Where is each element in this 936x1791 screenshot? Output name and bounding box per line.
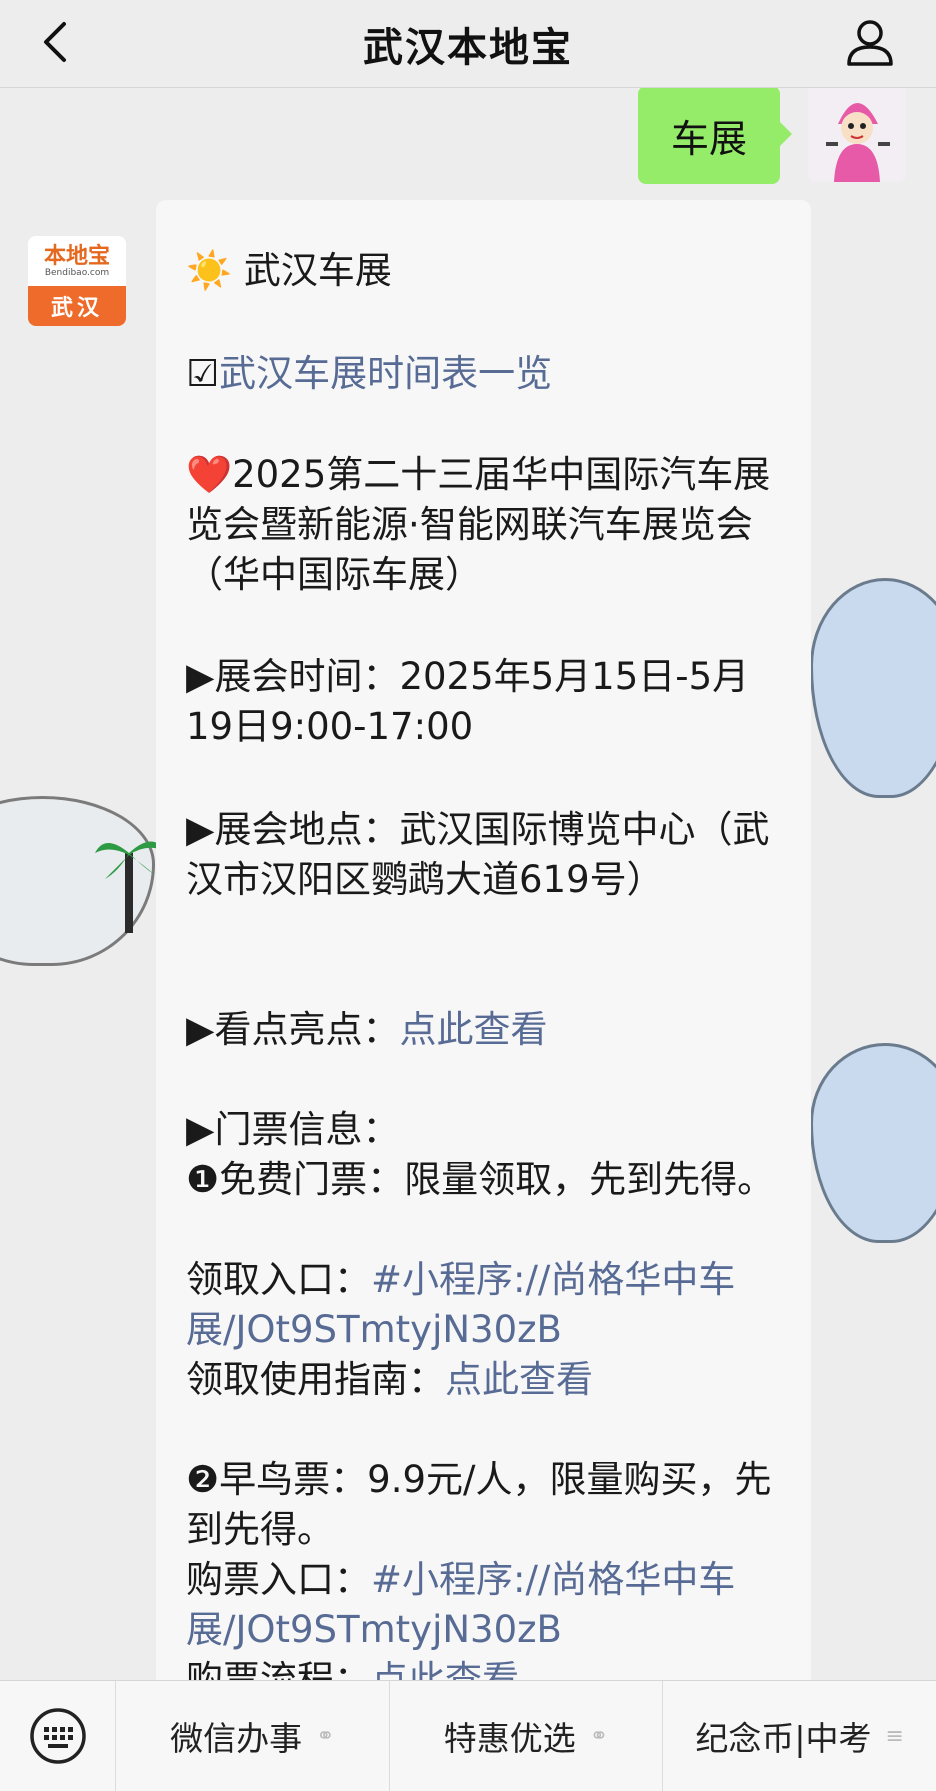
buy-entry-label: 购票入口： — [186, 1558, 371, 1601]
triangle-icon: ▶ — [186, 655, 215, 698]
page-title: 武汉本地宝 — [363, 24, 573, 71]
guide-link[interactable]: 点此查看 — [445, 1358, 593, 1401]
msg-line-early-bird: ❷早鸟票：9.9元/人，限量购买，先到先得。 — [186, 1455, 786, 1555]
free-entry-label: 领取入口： — [186, 1258, 371, 1301]
menu-item-label: 特惠优选 — [443, 1719, 576, 1758]
avatar-city-label: 武汉 — [28, 286, 126, 326]
keyboard-icon — [29, 1708, 86, 1764]
highlights-label: 看点亮点： — [214, 1008, 400, 1051]
profile-button[interactable] — [842, 12, 898, 72]
sun-icon: ☀️ — [186, 249, 244, 292]
number-two-icon: ❷ — [186, 1458, 220, 1501]
background-decoration — [810, 1043, 936, 1243]
number-one-icon: ❶ — [186, 1158, 220, 1201]
ticket-info-label: 门票信息： — [214, 1108, 400, 1151]
heart-icon: ❤️ — [186, 453, 233, 496]
msg-line-schedule: ☑武汉车展时间表一览 — [186, 349, 786, 399]
event-time-text: 展会时间：2025年5月15日-5月19日9:00-17:00 — [186, 655, 750, 748]
menu-item-label: 纪念币|中考 — [695, 1719, 872, 1758]
triangle-icon: ▶ — [186, 1008, 215, 1051]
link-icon: ⚭ — [589, 1723, 609, 1749]
event-name-text: 2025第二十三届华中国际汽车展览会暨新能源·智能网联汽车展览会（华中国际车展） — [186, 453, 771, 596]
menu-item-label: 微信办事 — [170, 1719, 303, 1758]
msg-line-guide: 领取使用指南：点此查看 — [186, 1355, 786, 1405]
msg-line-free-entry: 领取入口：#小程序://尚格华中车展/JOt9STmtyjN30zB — [186, 1255, 786, 1355]
background-decoration — [810, 578, 936, 798]
bot-avatar[interactable]: 本地宝 Bendibao.com 武汉 — [28, 236, 126, 326]
checkbox-icon: ☑ — [186, 352, 220, 395]
palm-tree-icon — [95, 841, 165, 933]
schedule-link[interactable]: 武汉车展时间表一览 — [219, 352, 552, 395]
guide-label: 领取使用指南： — [186, 1358, 445, 1401]
triangle-icon: ▶ — [186, 808, 215, 851]
msg-line-event-name: ❤️2025第二十三届华中国际汽车展览会暨新能源·智能网联汽车展览会（华中国际车… — [186, 450, 786, 600]
cartoon-avatar-icon — [808, 84, 906, 182]
msg-line-buy-entry: 购票入口：#小程序://尚格华中车展/JOt9STmtyjN30zB — [186, 1555, 786, 1655]
person-icon — [847, 20, 893, 66]
msg-line-highlights: ▶看点亮点：点此查看 — [186, 1005, 786, 1055]
avatar-logo-url: Bendibao.com — [44, 268, 110, 278]
avatar-logo-text: 本地宝 — [43, 243, 110, 269]
menu-item-wechat-services[interactable]: 微信办事 ⚭ — [116, 1680, 390, 1791]
msg-line-free-ticket: ❶免费门票：限量领取，先到先得。 — [186, 1155, 786, 1205]
bottom-menu-bar: 微信办事 ⚭ 特惠优选 ⚭ 纪念币|中考 ≡ — [0, 1680, 936, 1791]
event-location-text: 展会地点：武汉国际博览中心（武汉市汉阳区鹦鹉大道619号） — [186, 808, 770, 901]
msg-title-text: 武汉车展 — [243, 249, 392, 292]
early-bird-text: 早鸟票：9.9元/人，限量购买，先到先得。 — [186, 1458, 772, 1551]
user-message-bubble[interactable]: 车展 — [638, 86, 792, 184]
nav-header: 武汉本地宝 — [0, 0, 936, 88]
menu-item-coin-exam[interactable]: 纪念币|中考 ≡ — [663, 1681, 936, 1791]
highlights-link[interactable]: 点此查看 — [399, 1008, 547, 1051]
msg-line-ticket-header: ▶门票信息： — [186, 1105, 786, 1155]
msg-line-location: ▶展会地点：武汉国际博览中心（武汉市汉阳区鹦鹉大道619号） — [186, 805, 786, 905]
menu-item-deals[interactable]: 特惠优选 ⚭ — [390, 1680, 664, 1791]
chevron-left-icon — [44, 22, 66, 62]
msg-line-time: ▶展会时间：2025年5月15日-5月19日9:00-17:00 — [186, 652, 786, 752]
triangle-icon: ▶ — [186, 1108, 215, 1151]
user-avatar[interactable] — [808, 84, 906, 182]
keyboard-toggle-button[interactable] — [0, 1680, 116, 1791]
msg-line-title: ☀️ 武汉车展 — [186, 246, 786, 296]
back-button[interactable] — [34, 14, 74, 70]
free-ticket-text: 免费门票：限量领取，先到先得。 — [219, 1158, 775, 1201]
link-icon: ⚭ — [316, 1723, 335, 1749]
bot-avatar-logo: 本地宝 Bendibao.com — [28, 236, 126, 286]
menu-icon: ≡ — [885, 1723, 904, 1749]
